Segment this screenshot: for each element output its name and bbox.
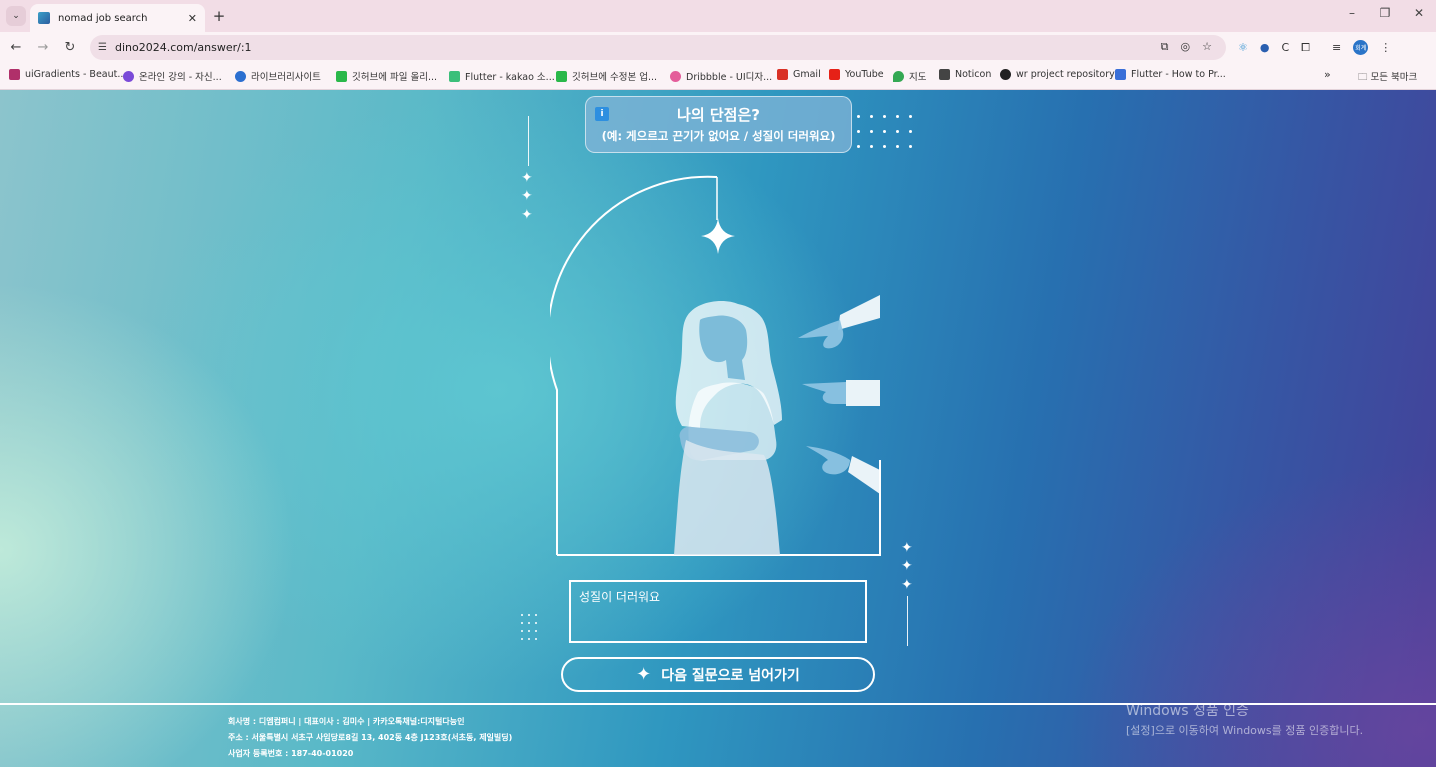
decorative-line (528, 116, 529, 166)
reload-icon[interactable]: ↻ (61, 38, 79, 56)
bookmark-favicon-icon (123, 70, 134, 82)
illustration (550, 175, 881, 556)
bookmarks-bar: uiGradients - Beaut... 온라인 강의 - 자신... 라이… (0, 62, 1436, 90)
sparkle-icon: ✦ (521, 188, 533, 204)
extension-globe-icon[interactable]: ● (1260, 41, 1270, 54)
windows-activation-watermark: Windows 정품 인증 [설정]으로 이동하여 Windows를 정품 인증… (1126, 700, 1363, 738)
bookmark-favicon-icon (235, 70, 246, 82)
extension-icon[interactable]: ⧠ (1301, 41, 1310, 55)
decorative-dots (857, 115, 912, 148)
bookmark-item[interactable]: Flutter - kakao 소... (449, 69, 555, 83)
answer-input[interactable]: 성질이 더러워요 (569, 580, 867, 643)
question-card: i 나의 단점은? (예: 게으르고 끈기가 없어요 / 성질이 더러워요) (585, 96, 852, 153)
minimize-icon[interactable]: – (1342, 6, 1362, 20)
chevron-double-right-icon[interactable]: » (1324, 68, 1331, 81)
next-question-label: 다음 질문으로 넘어가기 (661, 667, 800, 684)
bookmark-item[interactable]: 깃허브에 파일 올리... (336, 69, 437, 83)
avatar[interactable]: 회계 (1353, 40, 1369, 55)
next-question-button[interactable]: ✦ 다음 질문으로 넘어가기 (561, 657, 875, 692)
sparkle-icon: ✦ (901, 540, 913, 556)
bookmark-item[interactable]: Flutter - How to Pr... (1115, 69, 1226, 80)
footer-address: 주소 : 서울특별시 서초구 사임당로8길 13, 402동 4층 J123호(… (228, 733, 513, 742)
bookmark-favicon-icon (1115, 69, 1126, 80)
question-title: 나의 단점은? (677, 106, 760, 124)
tab-title: nomad job search (58, 12, 148, 24)
window-close-icon[interactable]: ✕ (1409, 6, 1429, 20)
bookmark-item[interactable]: Gmail (777, 69, 821, 80)
restore-icon[interactable]: ❐ (1375, 6, 1395, 20)
bookmark-item[interactable]: Dribbble - UI디자... (670, 69, 772, 83)
install-icon[interactable]: ⧉ (1161, 40, 1169, 54)
bookmark-item[interactable]: 온라인 강의 - 자신... (123, 69, 222, 83)
all-bookmarks[interactable]: 🗀 모든 북마크 (1358, 69, 1417, 86)
bookmark-item[interactable]: uiGradients - Beaut... (9, 69, 126, 80)
decorative-line (907, 596, 908, 646)
sparkle-icon: ✦ (901, 577, 913, 593)
tab-strip: ⌄ nomad job search ✕ + – ❐ ✕ (0, 0, 1436, 32)
browser-toolbar: ← → ↻ ☰ dino2024.com/answer/:1 ⧉ ◎ ☆ ⚛ ●… (0, 32, 1436, 62)
active-tab[interactable]: nomad job search ✕ (30, 4, 205, 32)
bookmark-favicon-icon (670, 70, 681, 82)
reading-list-icon[interactable]: ≡ (1332, 41, 1341, 54)
star-icon[interactable]: ☆ (1202, 40, 1212, 54)
bookmark-favicon-icon (1000, 69, 1011, 80)
sparkle-icon: ✦ (521, 207, 533, 223)
sparkle-icon: ✦ (901, 558, 913, 574)
address-bar[interactable]: ☰ dino2024.com/answer/:1 ⧉ ◎ ☆ (90, 35, 1226, 60)
bookmark-item[interactable]: YouTube (829, 69, 884, 80)
forward-icon[interactable]: → (34, 38, 52, 56)
footer-company: 회사명 : 디엠컴퍼니 | 대표이사 : 김미수 | 카카오톡채널:디지털다능인 (228, 717, 465, 726)
question-subtitle: (예: 게으르고 끈기가 없어요 / 성질이 더러워요) (601, 129, 836, 143)
bookmark-favicon-icon (449, 70, 460, 82)
eye-off-icon[interactable]: ◎ (1181, 40, 1191, 54)
footer: 회사명 : 디엠컴퍼니 | 대표이사 : 김미수 | 카카오톡채널:디지털다능인… (228, 714, 512, 762)
bookmark-item[interactable]: 라이브러리사이트 (235, 69, 321, 83)
watermark-subtitle: [설정]으로 이동하여 Windows를 정품 인증합니다. (1126, 724, 1364, 737)
sparkle-icon: ✦ (636, 664, 652, 685)
extension-react-icon[interactable]: ⚛ (1238, 41, 1248, 54)
bookmark-favicon-icon (893, 70, 904, 82)
bookmark-item[interactable]: 지도 (893, 69, 926, 83)
url-text[interactable]: dino2024.com/answer/:1 (115, 41, 252, 54)
bookmark-favicon-icon (939, 69, 950, 80)
footer-registration: 사업자 등록번호 : 187-40-01020 (228, 749, 354, 758)
plus-icon[interactable]: + (210, 6, 228, 26)
page-content: i 나의 단점은? (예: 게으르고 끈기가 없어요 / 성질이 더러워요) ✦… (0, 90, 1436, 767)
bookmark-favicon-icon (556, 70, 567, 82)
back-icon[interactable]: ← (7, 38, 25, 56)
bookmark-favicon-icon (9, 69, 20, 80)
site-favicon-icon (38, 12, 50, 24)
bookmark-favicon-icon (829, 69, 840, 80)
tab-list-icon[interactable]: ⌄ (6, 6, 26, 26)
decorative-dots (521, 614, 537, 640)
bookmark-item[interactable]: wr project repository (1000, 69, 1115, 80)
menu-icon[interactable]: ⋮ (1380, 41, 1391, 54)
bookmark-item[interactable]: Noticon (939, 69, 991, 80)
close-icon[interactable]: ✕ (188, 12, 197, 25)
bookmark-favicon-icon (777, 69, 788, 80)
site-settings-icon[interactable]: ☰ (98, 42, 107, 53)
bookmark-item[interactable]: 깃허브에 수정본 업... (556, 69, 657, 83)
bookmark-favicon-icon (336, 70, 347, 82)
sparkle-icon: ✦ (521, 170, 533, 186)
folder-icon: 🗀 (1358, 72, 1368, 83)
watermark-title: Windows 정품 인증 (1126, 703, 1249, 719)
extension-ci-icon[interactable]: C (1281, 41, 1289, 54)
